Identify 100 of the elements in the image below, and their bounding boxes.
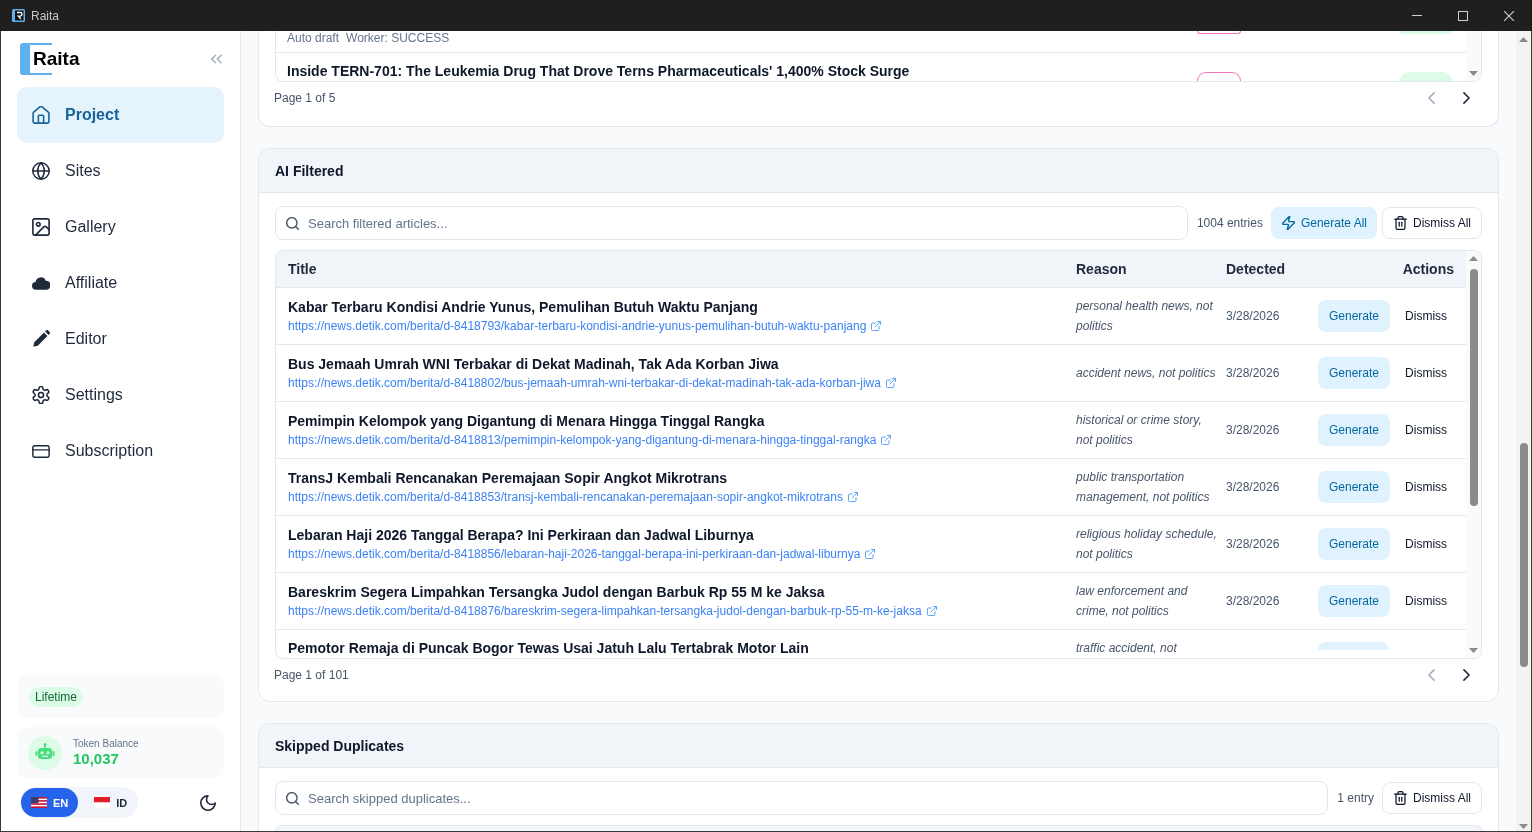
nav-item[interactable]: Gallery bbox=[17, 199, 224, 255]
reason-text: public transportation management, not politics bbox=[1076, 469, 1211, 506]
search-icon bbox=[286, 216, 299, 230]
lightning-icon bbox=[1281, 216, 1295, 230]
dismiss-all-button[interactable]: Dismiss All bbox=[1382, 207, 1482, 239]
double-chevron-left-icon bbox=[210, 54, 222, 64]
detected-date: 3/28/2026 bbox=[1226, 309, 1280, 323]
external-link-icon bbox=[871, 321, 882, 331]
nav-item[interactable]: Settings bbox=[17, 367, 224, 423]
detected-date: 3/28/2026 bbox=[1226, 423, 1280, 437]
article-link[interactable]: https://news.detik.com/berita/d-8418853/transj-kembali-rencanakan-peremajaan-sopir-angkot-mikrotrans bbox=[288, 488, 858, 506]
scroll-up-arrow-icon bbox=[1469, 256, 1478, 261]
scrollbar[interactable] bbox=[1516, 31, 1531, 831]
minimize-icon bbox=[1412, 15, 1422, 16]
article-link[interactable]: https://news.detik.com/berita/d-8418802/bus-jemaah-umrah-wni-terbakar-di-dekat-madinah-tak-ada-korban-jiwa bbox=[288, 374, 896, 392]
app-logo: Raita bbox=[20, 43, 80, 75]
scrollbar[interactable] bbox=[1466, 251, 1481, 658]
column-header: Detected bbox=[1226, 261, 1286, 277]
generate-button[interactable]: Generate bbox=[1318, 528, 1391, 560]
language-button[interactable]: EN bbox=[21, 788, 79, 817]
search-icon bbox=[286, 791, 299, 805]
token-balance-value: 10,037 bbox=[73, 750, 119, 768]
column-header: Reason bbox=[1076, 261, 1127, 277]
column-header: Title bbox=[288, 261, 317, 277]
scrollbar-thumb[interactable] bbox=[1519, 443, 1528, 667]
entry-count: 1004 entries bbox=[1196, 216, 1263, 230]
window-title: Raita bbox=[31, 8, 59, 23]
nav-item[interactable]: Editor bbox=[17, 311, 224, 367]
dismiss-button[interactable]: Dismiss bbox=[1399, 528, 1454, 560]
external-link-icon bbox=[865, 549, 876, 559]
theme-toggle-button[interactable] bbox=[200, 794, 216, 811]
chevron-left-icon bbox=[1427, 92, 1435, 104]
generate-button[interactable]: Generate bbox=[1318, 357, 1391, 389]
dismiss-button[interactable]: Dismiss bbox=[1399, 357, 1454, 389]
external-link-icon bbox=[881, 435, 892, 445]
external-link-icon bbox=[885, 378, 896, 388]
settings-icon bbox=[32, 386, 50, 404]
scroll-up-arrow-icon bbox=[1519, 37, 1528, 42]
article-title: Bus Jemaah Umrah WNI Terbakar di Dekat Madinah, Tak Ada Korban Jiwa bbox=[288, 355, 779, 374]
scroll-down-arrow-icon bbox=[1469, 71, 1478, 76]
reason-text: historical or crime story, not politics bbox=[1076, 412, 1203, 449]
dismiss-all-button[interactable]: Dismiss All bbox=[1382, 782, 1482, 814]
dismiss-button[interactable]: Dismiss bbox=[1399, 300, 1454, 332]
detected-date: 3/28/2026 bbox=[1226, 594, 1280, 608]
us-flag-icon bbox=[31, 797, 47, 808]
detected-date: 3/28/2026 bbox=[1226, 366, 1280, 380]
article-title: Kabar Terbaru Kondisi Andrie Yunus, Pemulihan Butuh Waktu Panjang bbox=[288, 298, 758, 317]
close-icon bbox=[1504, 10, 1514, 21]
home-icon bbox=[32, 106, 50, 124]
token-balance-label: Token Balance bbox=[73, 737, 139, 750]
card-title: Skipped Duplicates bbox=[275, 737, 405, 754]
detected-date: 3/28/2026 bbox=[1226, 480, 1280, 494]
reason-text: religious holiday schedule, not politics bbox=[1076, 526, 1218, 563]
status-text: Worker: SUCCESS bbox=[346, 31, 450, 45]
generate-button[interactable]: Generate bbox=[1318, 585, 1391, 617]
article-title: Bareskrim Segera Limpahkan Tersangka Judol dengan Barbuk Rp 55 M ke Jaksa bbox=[288, 583, 825, 602]
status-text: Auto draft bbox=[287, 31, 340, 45]
article-title: Inside TERN-701: The Leukemia Drug That Drove Terns Pharmaceuticals' 1,400% Stock Surge bbox=[287, 62, 910, 81]
nav-item[interactable]: Affiliate bbox=[17, 255, 224, 311]
external-link-icon bbox=[847, 492, 858, 502]
robot-icon bbox=[28, 735, 62, 770]
generate-button[interactable]: Generate bbox=[1318, 471, 1391, 503]
article-link[interactable]: https://news.detik.com/berita/d-8418856/lebaran-haji-2026-tanggal-berapa-ini-perkiraan-dan-jadwal-liburnya bbox=[288, 545, 876, 563]
reason-text: traffic accident, not bbox=[1076, 640, 1177, 657]
detected-date: 3/28/2026 bbox=[1226, 537, 1280, 551]
dismiss-button[interactable]: Dismiss bbox=[1399, 585, 1454, 617]
search-field[interactable]: Search filtered articles... bbox=[275, 206, 1188, 240]
chevron-right-icon bbox=[1462, 92, 1470, 104]
scrollbar-thumb[interactable] bbox=[1469, 269, 1478, 506]
generate-button[interactable]: Generate bbox=[1318, 414, 1391, 446]
search-field[interactable]: Search skipped duplicates... bbox=[275, 781, 1329, 815]
language-button[interactable]: ID bbox=[84, 788, 138, 817]
globe-icon bbox=[32, 162, 50, 180]
nav-item[interactable]: Project bbox=[17, 87, 224, 143]
reason-text: personal health news, not politics bbox=[1076, 298, 1214, 335]
dismiss-button[interactable]: Dismiss bbox=[1399, 471, 1454, 503]
nav-item[interactable]: Subscription bbox=[17, 423, 224, 479]
article-title: Lebaran Haji 2026 Tanggal Berapa? Ini Perkiraan dan Jadwal Liburnya bbox=[288, 526, 754, 545]
card-title: AI Filtered bbox=[275, 162, 344, 179]
article-link[interactable]: https://news.detik.com/berita/d-8418793/kabar-terbaru-kondisi-andrie-yunus-pemulihan-butuh-waktu-panjang bbox=[288, 317, 882, 335]
collapse-sidebar-button[interactable] bbox=[208, 51, 224, 67]
pencil-icon bbox=[32, 330, 50, 348]
credit-card-icon bbox=[32, 444, 50, 458]
generate-all-button[interactable]: Generate All bbox=[1270, 207, 1377, 239]
article-link[interactable]: https://news.detik.com/berita/d-8418813/pemimpin-kelompok-yang-digantung-di-menara-hingga-tinggal-rangka bbox=[288, 431, 892, 449]
image-icon bbox=[32, 218, 50, 236]
scroll-down-arrow-icon bbox=[1519, 824, 1528, 829]
article-title: Pemimpin Kelompok yang Digantung di Menara Hingga Tinggal Rangka bbox=[288, 412, 765, 431]
generate-button[interactable]: Generate bbox=[1318, 300, 1391, 332]
article-link[interactable]: https://news.detik.com/berita/d-8418876/bareskrim-segera-limpahkan-tersangka-judol-dengan-barbuk-rp-55-m-ke-jaksa bbox=[288, 602, 937, 620]
indonesia-flag-icon bbox=[94, 797, 111, 808]
entry-count: 1 entry bbox=[1337, 791, 1374, 805]
maximize-icon bbox=[1458, 10, 1468, 21]
dismiss-button[interactable]: Dismiss bbox=[1399, 414, 1454, 446]
trash-icon bbox=[1394, 791, 1407, 805]
chevron-left-icon bbox=[1427, 669, 1435, 681]
page-info: Page 1 of 101 bbox=[274, 668, 349, 682]
nav-item[interactable]: Sites bbox=[17, 143, 224, 199]
chevron-right-icon bbox=[1462, 669, 1470, 681]
reason-text: accident news, not politics bbox=[1076, 365, 1216, 382]
